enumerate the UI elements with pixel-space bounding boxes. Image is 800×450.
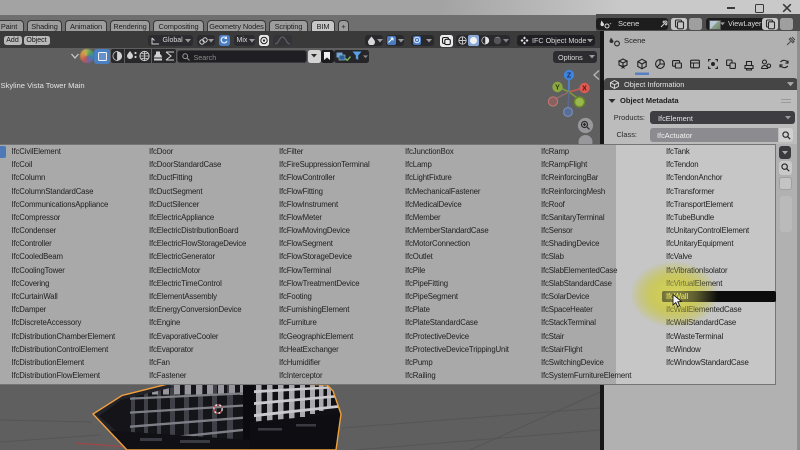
svg-text:X: X	[582, 86, 587, 93]
svg-text:Z: Z	[567, 73, 572, 80]
svg-text:Y: Y	[555, 85, 560, 92]
